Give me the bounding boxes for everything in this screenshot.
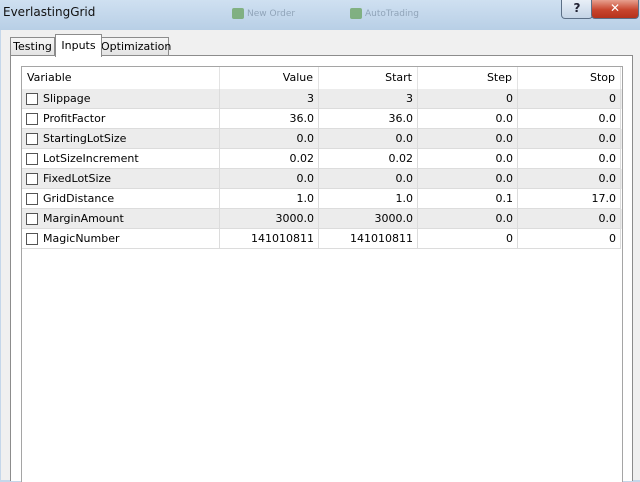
optimize-checkbox[interactable] (26, 193, 38, 205)
optimize-checkbox[interactable] (26, 133, 38, 145)
step-cell[interactable]: 0.1 (418, 189, 518, 209)
step-cell[interactable]: 0.0 (418, 109, 518, 129)
value-cell[interactable]: 0.02 (220, 149, 319, 169)
optimize-checkbox[interactable] (26, 113, 38, 125)
optimize-checkbox[interactable] (26, 93, 38, 105)
variable-cell: FixedLotSize (22, 169, 220, 189)
table-row[interactable]: MarginAmount 3000.0 3000.0 0.0 0.0 (22, 209, 622, 229)
variable-name: LotSizeIncrement (43, 152, 139, 165)
table-row[interactable]: Slippage 3 3 0 0 (22, 89, 622, 109)
value-cell[interactable]: 36.0 (220, 109, 319, 129)
step-cell[interactable]: 0.0 (418, 169, 518, 189)
variable-name: MagicNumber (43, 232, 120, 245)
variable-name: StartingLotSize (43, 132, 127, 145)
step-cell[interactable]: 0.0 (418, 149, 518, 169)
background-toolbar-item: New Order (232, 8, 295, 22)
dialog-body: Testing Inputs Optimization Variable Val… (1, 30, 640, 482)
table-row[interactable]: StartingLotSize 0.0 0.0 0.0 0.0 (22, 129, 622, 149)
step-cell[interactable]: 0 (418, 89, 518, 109)
tab-testing[interactable]: Testing (10, 37, 55, 56)
value-cell[interactable]: 0.0 (220, 169, 319, 189)
start-cell[interactable]: 1.0 (319, 189, 418, 209)
optimize-checkbox[interactable] (26, 213, 38, 225)
stop-cell[interactable]: 17.0 (518, 189, 621, 209)
variable-cell: MagicNumber (22, 229, 220, 249)
table-row[interactable]: MagicNumber 141010811 141010811 0 0 (22, 229, 622, 249)
variable-cell: MarginAmount (22, 209, 220, 229)
start-cell[interactable]: 141010811 (319, 229, 418, 249)
column-header-start[interactable]: Start (319, 67, 418, 89)
column-header-stop[interactable]: Stop (518, 67, 621, 89)
step-cell[interactable]: 0.0 (418, 209, 518, 229)
start-cell[interactable]: 0.02 (319, 149, 418, 169)
table-row[interactable]: FixedLotSize 0.0 0.0 0.0 0.0 (22, 169, 622, 189)
variable-name: GridDistance (43, 192, 115, 205)
optimize-checkbox[interactable] (26, 153, 38, 165)
start-cell[interactable]: 0.0 (319, 129, 418, 149)
tab-optimization[interactable]: Optimization (100, 37, 171, 56)
optimize-checkbox[interactable] (26, 173, 38, 185)
start-cell[interactable]: 3000.0 (319, 209, 418, 229)
step-cell[interactable]: 0 (418, 229, 518, 249)
inputs-grid[interactable]: Variable Value Start Step Stop Slippage 3… (21, 66, 623, 482)
close-button[interactable]: ✕ (591, 0, 639, 19)
variable-cell: LotSizeIncrement (22, 149, 220, 169)
stop-cell[interactable]: 0 (518, 89, 621, 109)
table-row[interactable]: ProfitFactor 36.0 36.0 0.0 0.0 (22, 109, 622, 129)
tab-inputs[interactable]: Inputs (55, 34, 102, 57)
column-header-variable[interactable]: Variable (22, 67, 220, 89)
background-toolbar-item: AutoTrading (350, 8, 419, 22)
value-cell[interactable]: 141010811 (220, 229, 319, 249)
autotrading-icon (350, 8, 362, 19)
variable-name: Slippage (43, 92, 91, 105)
variable-cell: StartingLotSize (22, 129, 220, 149)
value-cell[interactable]: 0.0 (220, 129, 319, 149)
column-header-step[interactable]: Step (418, 67, 518, 89)
window-title: EverlastingGrid (3, 5, 96, 19)
value-cell[interactable]: 3000.0 (220, 209, 319, 229)
variable-name: MarginAmount (43, 212, 124, 225)
variable-name: ProfitFactor (43, 112, 106, 125)
table-row[interactable]: GridDistance 1.0 1.0 0.1 17.0 (22, 189, 622, 209)
stop-cell[interactable]: 0 (518, 229, 621, 249)
stop-cell[interactable]: 0.0 (518, 169, 621, 189)
table-row[interactable]: LotSizeIncrement 0.02 0.02 0.0 0.0 (22, 149, 622, 169)
new-order-icon (232, 8, 244, 19)
stop-cell[interactable]: 0.0 (518, 209, 621, 229)
stop-cell[interactable]: 0.0 (518, 129, 621, 149)
stop-cell[interactable]: 0.0 (518, 149, 621, 169)
value-cell[interactable]: 1.0 (220, 189, 319, 209)
inputs-panel: Variable Value Start Step Stop Slippage 3… (10, 55, 633, 482)
optimize-checkbox[interactable] (26, 233, 38, 245)
stop-cell[interactable]: 0.0 (518, 109, 621, 129)
step-cell[interactable]: 0.0 (418, 129, 518, 149)
variable-cell: GridDistance (22, 189, 220, 209)
value-cell[interactable]: 3 (220, 89, 319, 109)
start-cell[interactable]: 36.0 (319, 109, 418, 129)
column-header-value[interactable]: Value (220, 67, 319, 89)
start-cell[interactable]: 3 (319, 89, 418, 109)
variable-cell: ProfitFactor (22, 109, 220, 129)
start-cell[interactable]: 0.0 (319, 169, 418, 189)
help-button[interactable]: ? (561, 0, 593, 19)
grid-header: Variable Value Start Step Stop (22, 67, 622, 90)
variable-name: FixedLotSize (43, 172, 112, 185)
title-bar[interactable]: EverlastingGrid New Order AutoTrading ? … (0, 0, 640, 30)
variable-cell: Slippage (22, 89, 220, 109)
